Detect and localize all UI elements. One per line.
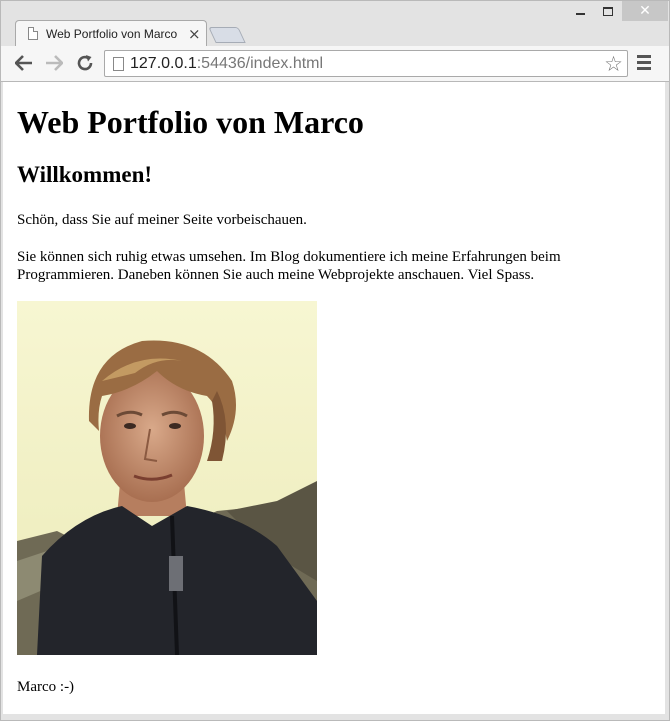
- welcome-heading: Willkommen!: [17, 162, 153, 187]
- arrow-right-icon: [46, 55, 63, 71]
- maximize-button[interactable]: [595, 1, 621, 21]
- url-text[interactable]: 127.0.0.1:54436/index.html: [130, 55, 323, 73]
- back-button[interactable]: [12, 51, 36, 75]
- new-tab-button[interactable]: [208, 27, 246, 43]
- menu-icon[interactable]: [637, 55, 651, 71]
- browser-tab[interactable]: Web Portfolio von Marco ×: [15, 20, 207, 47]
- url-path: :54436/index.html: [196, 55, 324, 72]
- intro-paragraph: Schön, dass Sie auf meiner Seite vorbeis…: [17, 212, 307, 228]
- page-title: Web Portfolio von Marco: [17, 104, 364, 140]
- tab-title: Web Portfolio von Marco: [46, 27, 178, 41]
- portrait-image: [17, 301, 317, 655]
- title-bar: ✕ Web Portfolio von Marco ×: [1, 1, 669, 47]
- window-close-button[interactable]: ✕: [622, 1, 668, 21]
- profile-photo: [17, 301, 317, 655]
- minimize-icon: [575, 13, 585, 15]
- page-viewport: Web Portfolio von Marco Willkommen! Schö…: [3, 82, 665, 714]
- page-icon: [113, 57, 124, 71]
- page-icon: [28, 27, 38, 40]
- maximize-icon: [603, 6, 613, 16]
- browser-window: ✕ Web Portfolio von Marco × 127.0.0.1:54…: [0, 0, 670, 721]
- body-paragraph: Sie können sich ruhig etwas umsehen. Im …: [17, 249, 561, 283]
- signature: Marco :-): [17, 679, 75, 695]
- tab-close-icon[interactable]: ×: [188, 24, 201, 44]
- reload-icon: [77, 55, 93, 71]
- bookmark-star-icon[interactable]: ☆: [604, 52, 623, 76]
- reload-button[interactable]: [73, 51, 97, 75]
- browser-toolbar: 127.0.0.1:54436/index.html ☆: [1, 46, 669, 82]
- forward-button[interactable]: [42, 51, 66, 75]
- close-icon: ✕: [639, 3, 651, 19]
- url-host: 127.0.0.1: [130, 55, 197, 72]
- arrow-left-icon: [15, 55, 32, 71]
- minimize-button[interactable]: [567, 1, 593, 21]
- address-bar[interactable]: 127.0.0.1:54436/index.html ☆: [104, 50, 628, 77]
